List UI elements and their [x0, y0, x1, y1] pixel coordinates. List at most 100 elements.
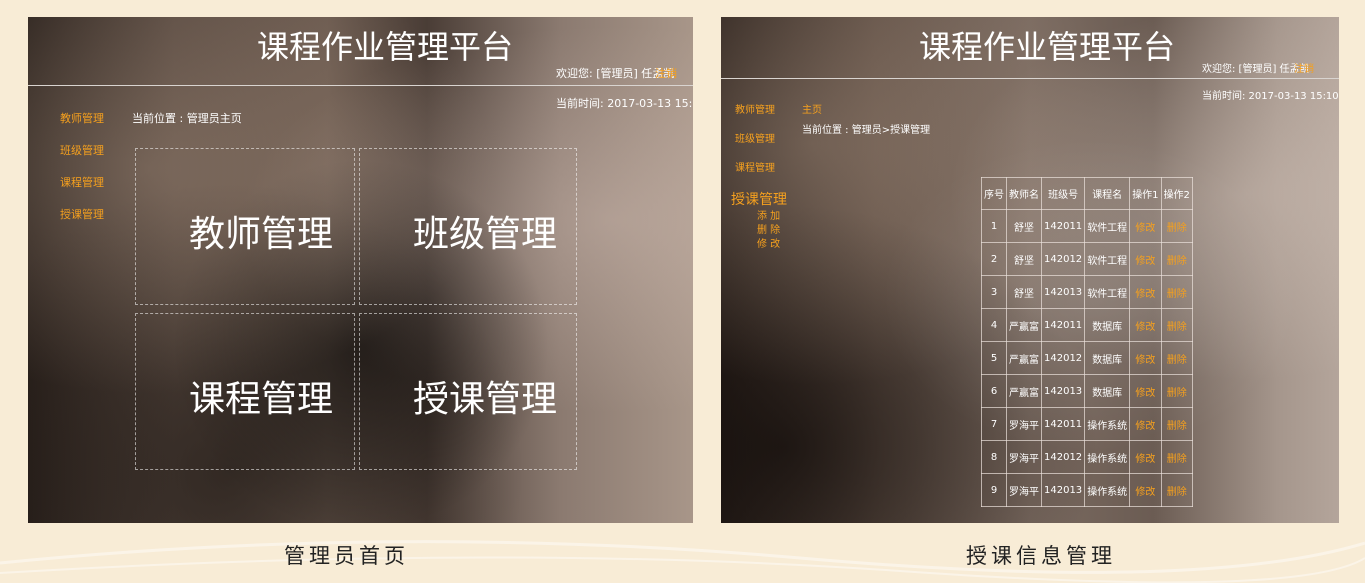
edit-link[interactable]: 修改 — [1129, 242, 1162, 276]
tile-class-label[interactable]: 班级管理 — [413, 205, 557, 257]
cell-teacher: 罗海平 — [1006, 440, 1042, 474]
edit-link[interactable]: 修改 — [1129, 308, 1162, 342]
tile-teacher-label[interactable]: 教师管理 — [189, 205, 333, 257]
cell-teacher: 罗海平 — [1006, 407, 1042, 441]
cell-class: 142013 — [1040, 374, 1086, 408]
current-time: 当前时间: 2017-03-13 15:10:16 — [1202, 91, 1339, 102]
logout-link[interactable]: 注销 — [1294, 60, 1314, 75]
table-row: 2 舒坚 142012 软件工程 修改 删除 — [981, 242, 1193, 276]
table-row: 4 严赢富 142011 数据库 修改 删除 — [981, 308, 1193, 342]
table-row: 9 罗海平 142013 操作系统 修改 删除 — [981, 473, 1193, 507]
cell-course: 操作系统 — [1084, 407, 1131, 441]
delete-link[interactable]: 删除 — [1160, 209, 1193, 243]
cell-teacher: 严赢富 — [1006, 374, 1042, 408]
cell-teacher: 舒坚 — [1006, 242, 1042, 276]
nav-class-management[interactable]: 班级管理 — [60, 142, 104, 158]
nav-course-management[interactable]: 课程管理 — [735, 159, 775, 174]
header-divider — [721, 78, 1339, 79]
cell-class: 142012 — [1040, 242, 1086, 276]
cell-course: 操作系统 — [1084, 473, 1131, 507]
caption-admin-home: 管理员首页 — [284, 544, 409, 568]
cell-teacher: 罗海平 — [1006, 473, 1042, 507]
table-row: 6 严赢富 142013 数据库 修改 删除 — [981, 374, 1193, 408]
cell-index: 4 — [981, 308, 1007, 342]
breadcrumb: 当前位置 : 管理员>授课管理 — [802, 125, 931, 136]
tile-course-label[interactable]: 课程管理 — [189, 370, 333, 422]
cell-course: 数据库 — [1084, 374, 1131, 408]
header-divider — [28, 85, 693, 86]
table-row: 3 舒坚 142013 软件工程 修改 删除 — [981, 275, 1193, 309]
cell-course: 操作系统 — [1084, 440, 1131, 474]
caption-teaching-management: 授课信息管理 — [966, 544, 1116, 568]
col-header-class: 班级号 — [1040, 177, 1086, 210]
subnav-add[interactable]: 添 加 — [757, 207, 780, 222]
cell-index: 6 — [981, 374, 1007, 408]
subnav-delete[interactable]: 删 除 — [757, 221, 780, 236]
cell-class: 142013 — [1040, 275, 1086, 309]
col-header-course: 课程名 — [1084, 177, 1131, 210]
cell-index: 2 — [981, 242, 1007, 276]
delete-link[interactable]: 删除 — [1160, 440, 1193, 474]
table-row: 5 严赢富 142012 数据库 修改 删除 — [981, 341, 1193, 375]
breadcrumb: 当前位置 : 管理员主页 — [132, 112, 242, 125]
teaching-table: 序号 教师名 班级号 课程名 操作1 操作2 1 舒坚 142011 软件工程 修改 删除… — [981, 177, 1193, 507]
tile-teaching-label[interactable]: 授课管理 — [413, 370, 557, 422]
cell-class: 142011 — [1040, 209, 1086, 243]
table-header-row: 序号 教师名 班级号 课程名 操作1 操作2 — [981, 177, 1193, 210]
delete-link[interactable]: 删除 — [1160, 308, 1193, 342]
cell-course: 数据库 — [1084, 341, 1131, 375]
edit-link[interactable]: 修改 — [1129, 209, 1162, 243]
delete-link[interactable]: 删除 — [1160, 341, 1193, 375]
cell-teacher: 舒坚 — [1006, 209, 1042, 243]
cell-course: 软件工程 — [1084, 209, 1131, 243]
cell-index: 3 — [981, 275, 1007, 309]
page-title: 课程作业管理平台 — [257, 28, 514, 66]
cell-course: 数据库 — [1084, 308, 1131, 342]
nav-course-management[interactable]: 课程管理 — [60, 174, 104, 190]
table-row: 7 罗海平 142011 操作系统 修改 删除 — [981, 407, 1193, 441]
nav-teaching-management-active[interactable]: 授课管理 — [731, 189, 787, 209]
delete-link[interactable]: 删除 — [1160, 275, 1193, 309]
edit-link[interactable]: 修改 — [1129, 341, 1162, 375]
cell-course: 软件工程 — [1084, 242, 1131, 276]
table-row: 8 罗海平 142012 操作系统 修改 删除 — [981, 440, 1193, 474]
cell-course: 软件工程 — [1084, 275, 1131, 309]
nav-class-management[interactable]: 班级管理 — [735, 130, 775, 145]
edit-link[interactable]: 修改 — [1129, 407, 1162, 441]
home-link[interactable]: 主页 — [802, 101, 822, 116]
nav-teacher-management[interactable]: 教师管理 — [60, 110, 104, 126]
delete-link[interactable]: 删除 — [1160, 407, 1193, 441]
cell-class: 142012 — [1040, 341, 1086, 375]
logout-link[interactable]: 注销 — [655, 65, 677, 81]
nav-teacher-management[interactable]: 教师管理 — [735, 101, 775, 116]
cell-index: 9 — [981, 473, 1007, 507]
cell-index: 8 — [981, 440, 1007, 474]
cell-class: 142012 — [1040, 440, 1086, 474]
cell-teacher: 严赢富 — [1006, 341, 1042, 375]
delete-link[interactable]: 删除 — [1160, 374, 1193, 408]
cell-index: 5 — [981, 341, 1007, 375]
delete-link[interactable]: 删除 — [1160, 473, 1193, 507]
page-title: 课程作业管理平台 — [919, 28, 1176, 66]
nav-teaching-management[interactable]: 授课管理 — [60, 206, 104, 222]
col-header-action1: 操作1 — [1129, 177, 1162, 210]
col-header-index: 序号 — [981, 177, 1007, 210]
cell-teacher: 舒坚 — [1006, 275, 1042, 309]
cell-index: 1 — [981, 209, 1007, 243]
col-header-teacher: 教师名 — [1006, 177, 1042, 210]
current-time: 当前时间: 2017-03-13 15:07:39 — [556, 97, 693, 110]
edit-link[interactable]: 修改 — [1129, 473, 1162, 507]
edit-link[interactable]: 修改 — [1129, 440, 1162, 474]
col-header-action2: 操作2 — [1160, 177, 1193, 210]
edit-link[interactable]: 修改 — [1129, 374, 1162, 408]
edit-link[interactable]: 修改 — [1129, 275, 1162, 309]
teaching-management-screenshot: 课程作业管理平台 欢迎您: [管理员] 任孟凯 注销 当前时间: 2017-03… — [721, 17, 1339, 523]
delete-link[interactable]: 删除 — [1160, 242, 1193, 276]
cell-class: 142013 — [1040, 473, 1086, 507]
cell-index: 7 — [981, 407, 1007, 441]
cell-class: 142011 — [1040, 407, 1086, 441]
cell-teacher: 严赢富 — [1006, 308, 1042, 342]
admin-home-screenshot: 课程作业管理平台 欢迎您: [管理员] 任孟凯 注销 当前时间: 2017-03… — [28, 17, 693, 523]
cell-class: 142011 — [1040, 308, 1086, 342]
subnav-edit[interactable]: 修 改 — [757, 235, 780, 250]
